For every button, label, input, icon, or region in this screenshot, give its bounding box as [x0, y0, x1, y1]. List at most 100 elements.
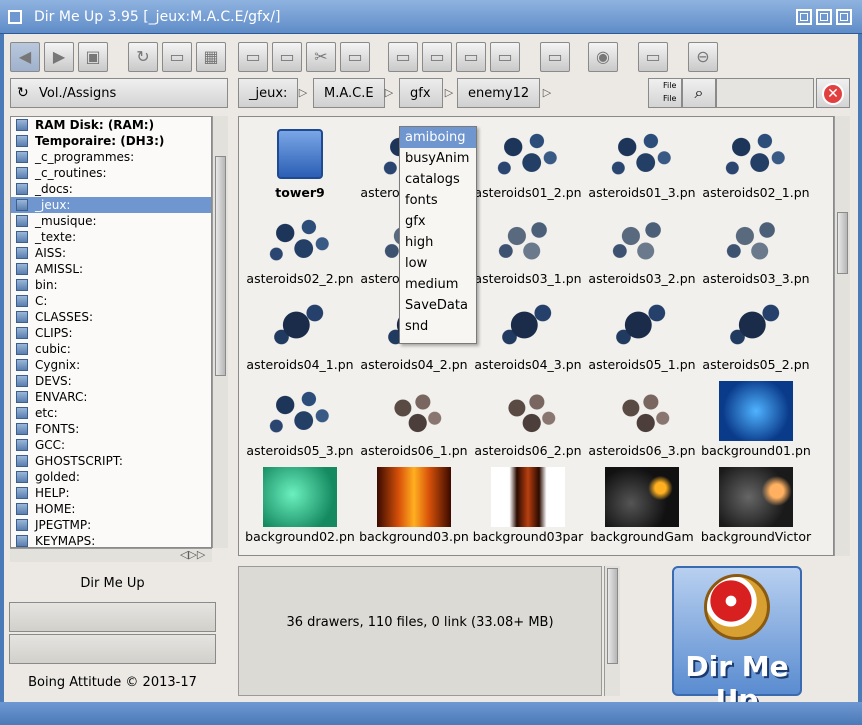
grid-scrollbar[interactable] — [834, 116, 850, 556]
file-item[interactable]: background02.pn — [243, 463, 357, 549]
dropdown-item[interactable]: low — [400, 253, 476, 274]
file-item[interactable]: asteroids01_2.pn — [471, 119, 585, 205]
name-button[interactable]: ▭ — [638, 42, 668, 72]
delete-button[interactable]: ▭ — [456, 42, 486, 72]
tree-item[interactable]: ENVARC: — [11, 389, 211, 405]
tree-item[interactable]: CLIPS: — [11, 325, 211, 341]
drawer-icon-button[interactable]: ▣ — [78, 42, 108, 72]
tree-scrollbar[interactable] — [212, 116, 228, 548]
forward-button[interactable]: ▶ — [44, 42, 74, 72]
path-arrow-icon[interactable]: ▷ — [540, 78, 554, 108]
rename-button[interactable]: ▭ — [422, 42, 452, 72]
reload-button[interactable]: ↻ — [128, 42, 158, 72]
iconify-gadget[interactable] — [796, 9, 812, 25]
tree-item[interactable]: _texte: — [11, 229, 211, 245]
tree-item[interactable]: etc: — [11, 405, 211, 421]
zoom-gadget[interactable] — [816, 9, 832, 25]
search-icon[interactable]: ⌕ — [682, 78, 716, 108]
file-filter-toggle[interactable]: File File — [648, 78, 682, 108]
tree-item[interactable]: Cygnix: — [11, 357, 211, 373]
about-button[interactable]: ⊖ — [688, 42, 718, 72]
file-item[interactable]: asteroids04_1.pn — [243, 291, 357, 377]
tree-item[interactable]: C: — [11, 293, 211, 309]
tree-scroll-thumb[interactable] — [215, 156, 226, 376]
tree-item[interactable]: Temporaire: (DH3:) — [11, 133, 211, 149]
tree-item[interactable]: GCC: — [11, 437, 211, 453]
dropdown-item[interactable]: medium — [400, 274, 476, 295]
file-grid[interactable]: tower9asteroids01_1.pnasteroids01_2.pnas… — [238, 116, 834, 556]
tree-item[interactable]: _jeux: — [11, 197, 211, 213]
file-item[interactable]: background03.pn — [357, 463, 471, 549]
path-segment-mace[interactable]: M.A.C.E — [313, 78, 385, 108]
path-segment-jeux[interactable]: _jeux: — [238, 78, 299, 108]
file-item[interactable]: asteroids02_1.pn — [699, 119, 813, 205]
folder-dropdown[interactable]: amiboing busyAnim catalogs fonts gfx high low m… — [399, 126, 477, 344]
hscroll-arrows-icon[interactable]: ◁▷▷ — [180, 548, 205, 561]
depth-gadget[interactable] — [836, 9, 852, 25]
tree-item[interactable]: cubic: — [11, 341, 211, 357]
file-item[interactable]: asteroids03_2.pn — [585, 205, 699, 291]
path-arrow-icon[interactable]: ▷ — [442, 78, 456, 108]
dropdown-item[interactable]: fonts — [400, 190, 476, 211]
dropdown-item[interactable]: amiboing — [400, 127, 476, 148]
tree-item[interactable]: FONTS: — [11, 421, 211, 437]
dropdown-item[interactable]: SaveData — [400, 295, 476, 316]
file-item[interactable]: asteroids05_2.pn — [699, 291, 813, 377]
close-gadget[interactable] — [8, 10, 22, 24]
tree-item[interactable]: DEVS: — [11, 373, 211, 389]
tree-item[interactable]: HOME: — [11, 501, 211, 517]
dropdown-item[interactable]: busyAnim — [400, 148, 476, 169]
dropdown-item[interactable]: snd — [400, 316, 476, 337]
path-segment-gfx[interactable]: gfx — [399, 78, 443, 108]
grid-scroll-thumb[interactable] — [837, 212, 848, 274]
dropdown-item[interactable]: catalogs — [400, 169, 476, 190]
file-item[interactable]: backgroundGam — [585, 463, 699, 549]
info-scroll-thumb[interactable] — [607, 568, 618, 664]
tree-item[interactable]: bin: — [11, 277, 211, 293]
volumes-button[interactable]: ↻ Vol./Assigns — [10, 78, 228, 108]
file-item[interactable]: asteroids05_3.pn — [243, 377, 357, 463]
file-item[interactable]: asteroids03_3.pn — [699, 205, 813, 291]
file-item[interactable]: background01.pn — [699, 377, 813, 463]
path-arrow-icon[interactable]: ▷ — [296, 78, 310, 108]
copy-view-button[interactable]: ▭ — [162, 42, 192, 72]
dropdown-item[interactable]: gfx — [400, 211, 476, 232]
grid-view-button[interactable]: ▦ — [196, 42, 226, 72]
dropdown-item[interactable]: high — [400, 232, 476, 253]
file-item[interactable]: background03par — [471, 463, 585, 549]
path-arrow-icon[interactable]: ▷ — [382, 78, 396, 108]
search-input[interactable] — [716, 78, 814, 108]
file-item[interactable]: asteroids06_1.pn — [357, 377, 471, 463]
paste-button[interactable]: ▭ — [340, 42, 370, 72]
file-item[interactable]: backgroundVictor — [699, 463, 813, 549]
tree-item[interactable]: KEYMAPS: — [11, 533, 211, 547]
tree-item[interactable]: HELP: — [11, 485, 211, 501]
tree-item[interactable]: AISS: — [11, 245, 211, 261]
file-item[interactable]: asteroids06_3.pn — [585, 377, 699, 463]
view-image-button[interactable]: ◉ — [588, 42, 618, 72]
tree-item[interactable]: golded: — [11, 469, 211, 485]
clear-search-button[interactable]: ✕ — [816, 78, 850, 108]
title-bar[interactable]: Dir Me Up 3.95 [_jeux:M.A.C.E/gfx/] — [0, 0, 862, 34]
move-button[interactable]: ▭ — [388, 42, 418, 72]
prefs-button[interactable]: ▭ — [540, 42, 570, 72]
tree-item[interactable]: CLASSES: — [11, 309, 211, 325]
file-item[interactable]: tower9 — [243, 119, 357, 205]
volume-tree[interactable]: RAM Disk: (RAM:) Temporaire: (DH3:) _c_pro… — [10, 116, 212, 548]
copy-button[interactable]: ▭ — [272, 42, 302, 72]
tree-item[interactable]: _c_routines: — [11, 165, 211, 181]
file-item[interactable]: asteroids04_3.pn — [471, 291, 585, 377]
file-item[interactable]: asteroids01_3.pn — [585, 119, 699, 205]
file-item[interactable]: asteroids03_1.pn — [471, 205, 585, 291]
tree-item[interactable]: _docs: — [11, 181, 211, 197]
cut-button[interactable]: ✂ — [306, 42, 336, 72]
tree-item[interactable]: _musique: — [11, 213, 211, 229]
file-item[interactable]: asteroids05_1.pn — [585, 291, 699, 377]
tree-item[interactable]: _c_programmes: — [11, 149, 211, 165]
tree-item[interactable]: JPEGTMP: — [11, 517, 211, 533]
file-item[interactable]: asteroids02_2.pn — [243, 205, 357, 291]
new-button[interactable]: ▭ — [238, 42, 268, 72]
info-scrollbar[interactable] — [604, 566, 620, 696]
back-button[interactable]: ◀ — [10, 42, 40, 72]
tree-item[interactable]: GHOSTSCRIPT: — [11, 453, 211, 469]
